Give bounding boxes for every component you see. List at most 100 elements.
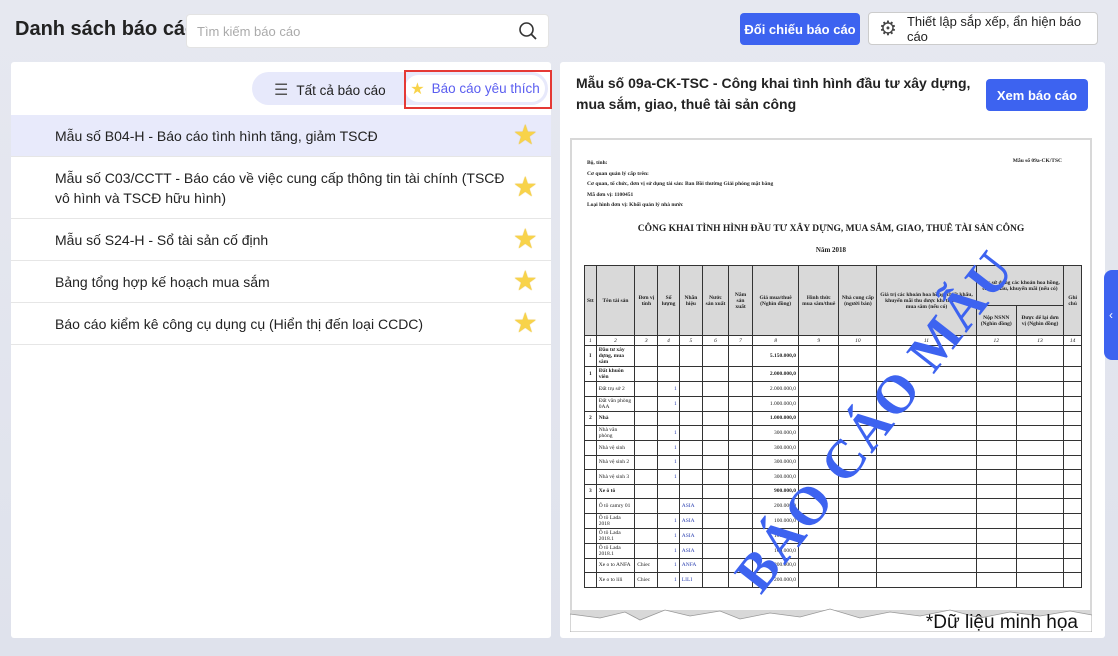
preview-panel: Mẫu số 09a-CK-TSC - Công khai tình hình … <box>560 62 1105 638</box>
cell-empty <box>727 366 754 382</box>
menu-icon: ☰ <box>274 82 289 99</box>
cell-brand <box>678 410 704 426</box>
cell-qty <box>657 345 680 367</box>
list-item[interactable]: Mẫu số B04-H - Báo cáo tình hình tăng, g… <box>11 115 551 157</box>
meta-line: Mã đơn vị: 1100451 <box>587 191 634 198</box>
cell-empty <box>1063 410 1082 426</box>
cell-brand <box>678 454 704 470</box>
list-item[interactable]: Bảng tổng hợp kế hoạch mua sắm ★ <box>11 261 551 303</box>
cell-price: 300.000,0 <box>752 425 799 441</box>
list-item[interactable]: Mẫu số C03/CCTT - Báo cáo về việc cung c… <box>11 157 551 219</box>
form-code: Mẫu số 09a-CK/TSC <box>1012 158 1062 164</box>
search-input[interactable] <box>197 23 518 39</box>
cell-empty <box>727 395 754 412</box>
cell-empty <box>797 395 840 412</box>
list-item[interactable]: Báo cáo kiểm kê công cụ dụng cụ (Hiển th… <box>11 303 551 345</box>
list-item[interactable]: Mẫu số S24-H - Sổ tài sản cố định ★ <box>11 219 551 261</box>
cell-qty: 1 <box>657 572 680 588</box>
cell-empty <box>702 527 729 544</box>
cell-stt <box>584 572 597 588</box>
cell-brand <box>678 440 704 456</box>
cell-empty <box>727 469 754 485</box>
table-subheader: Được để lại đơn vị (Nghìn đồng) <box>1015 305 1065 336</box>
cell-price: 300.000,0 <box>752 454 799 470</box>
cell-empty <box>975 454 1017 470</box>
report-list-panel: ☰ Tất cả báo cáo ★ Báo cáo yêu thích Mẫu… <box>11 62 552 638</box>
column-number: 5 <box>678 335 704 346</box>
cell-stt: 2 <box>584 410 597 426</box>
cell-empty <box>1063 425 1082 441</box>
cell-brand <box>678 345 704 367</box>
cell-stt <box>584 440 597 456</box>
cell-qty: 1 <box>657 395 680 412</box>
cell-unit <box>634 345 659 367</box>
favorite-star-icon[interactable]: ★ <box>514 123 536 147</box>
cell-brand: ASIA <box>678 498 704 514</box>
cell-empty <box>1015 440 1065 456</box>
document-meta: Bộ, tỉnh: Cơ quan quản lý cấp trên: Cơ q… <box>587 158 773 211</box>
cell-empty <box>838 572 878 588</box>
cell-stt <box>584 395 597 412</box>
cell-unit <box>634 381 659 397</box>
cell-empty <box>975 469 1017 485</box>
favorite-star-icon[interactable]: ★ <box>514 227 536 251</box>
compare-reports-button[interactable]: Đối chiếu báo cáo <box>740 13 860 45</box>
cell-stt <box>584 498 597 514</box>
cell-unit <box>634 454 659 470</box>
report-label: Mẫu số S24-H - Sổ tài sản cố định <box>55 231 269 248</box>
cell-brand <box>678 366 704 382</box>
column-number: 12 <box>975 335 1017 346</box>
cell-empty <box>876 512 977 529</box>
cell-stt <box>584 454 597 470</box>
report-settings-button[interactable]: ⚙ Thiết lập sắp xếp, ẩn hiện báo cáo <box>868 12 1098 45</box>
cell-empty <box>838 542 878 559</box>
cell-stt: 1 <box>584 366 597 382</box>
meta-line: Cơ quan, tổ chức, đơn vị sử dụng tài sản… <box>587 181 774 187</box>
cell-empty <box>838 527 878 544</box>
search-icon[interactable] <box>518 21 538 41</box>
favorite-star-icon[interactable]: ★ <box>514 269 536 293</box>
cell-brand: ASIA <box>678 527 704 544</box>
cell-empty <box>876 469 977 485</box>
meta-line: Cơ quan quản lý cấp trên: <box>587 170 649 177</box>
preview-title: Mẫu số 09a-CK-TSC - Công khai tình hình … <box>576 75 971 112</box>
favorite-star-icon[interactable]: ★ <box>514 311 536 335</box>
cell-unit <box>634 440 659 456</box>
cell-qty: 1 <box>657 542 680 559</box>
search-box[interactable] <box>186 14 549 48</box>
document-year: Năm 2018 <box>815 246 847 254</box>
cell-name: Ô tô Lada 2018.1 <box>595 542 636 559</box>
cell-name: Ô tô Lada 2018 <box>595 512 636 529</box>
cell-brand <box>678 395 704 412</box>
cell-name: Xe o to ANFA <box>595 557 636 573</box>
cell-unit <box>634 542 659 559</box>
cell-qty: 1 <box>657 527 680 544</box>
cell-empty <box>1015 572 1065 588</box>
view-report-button[interactable]: Xem báo cáo <box>986 79 1088 111</box>
cell-unit <box>634 498 659 514</box>
cell-empty <box>975 410 1017 426</box>
cell-empty <box>975 440 1017 456</box>
cell-empty <box>975 512 1017 529</box>
table-header: Đơn vị tính <box>634 265 659 336</box>
cell-empty <box>975 381 1017 397</box>
cell-name: Nhà vệ sinh 2 <box>595 454 636 470</box>
cell-empty <box>1015 512 1065 529</box>
report-list: Mẫu số B04-H - Báo cáo tình hình tăng, g… <box>11 115 551 345</box>
table-header: Tên tài sản <box>595 265 636 336</box>
cell-empty <box>838 557 878 573</box>
favorite-star-icon[interactable]: ★ <box>514 175 536 199</box>
cell-name: Xe ô tô <box>595 483 636 499</box>
cell-empty <box>702 469 729 485</box>
collapse-panel-handle[interactable]: ‹ <box>1104 270 1118 360</box>
cell-empty <box>727 512 754 529</box>
cell-empty <box>876 527 977 544</box>
page-title: Danh sách báo cáo <box>15 18 198 40</box>
cell-empty <box>727 345 754 367</box>
cell-name: Nhà vệ sinh <box>595 440 636 456</box>
tab-all-reports[interactable]: ☰ Tất cả báo cáo <box>274 80 386 100</box>
cell-unit: Chiec <box>634 557 659 573</box>
cell-qty: 1 <box>657 425 680 441</box>
cell-empty <box>1063 345 1082 367</box>
cell-empty <box>838 512 878 529</box>
